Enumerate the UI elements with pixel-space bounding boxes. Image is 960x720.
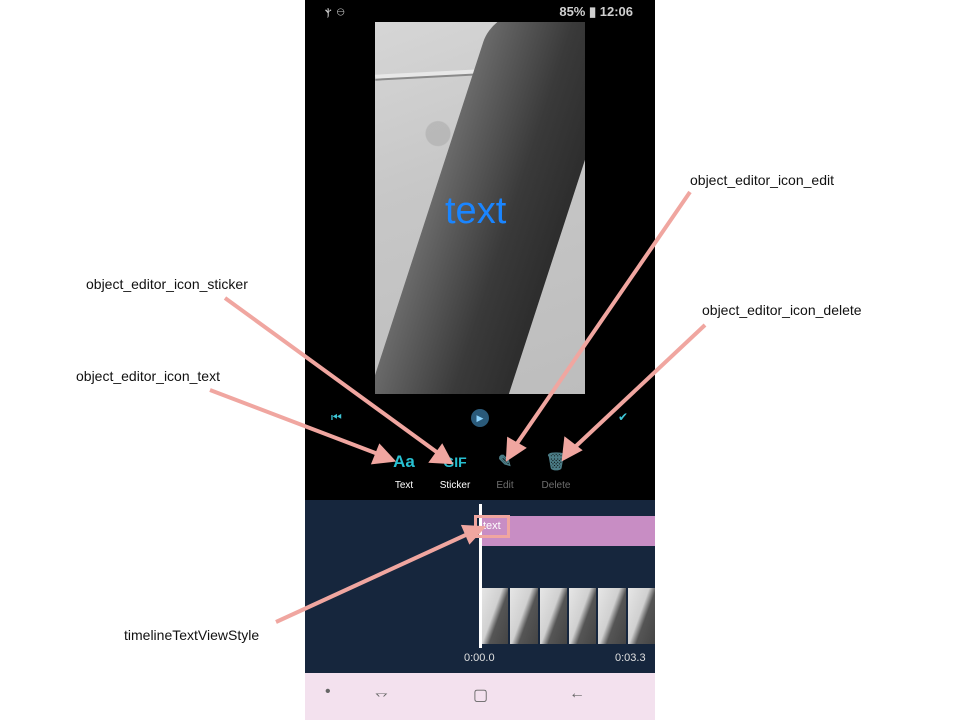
status-right: 85% ▮ 12:06 (559, 4, 633, 19)
check-icon[interactable]: ✔ (618, 410, 628, 424)
thumbnail (539, 588, 567, 644)
timeline-text-highlight (474, 515, 510, 538)
callout-timeline-text: timelineTextViewStyle (124, 627, 260, 643)
end-time: 0:03.3 (615, 652, 646, 664)
video-preview[interactable]: text (375, 22, 585, 394)
callout-sticker: object_editor_icon_sticker (86, 276, 248, 292)
trash-icon: 🗑 (545, 452, 567, 471)
callout-edit: object_editor_icon_edit (690, 172, 834, 188)
text-overlay[interactable]: text (445, 190, 506, 233)
dot-icon: • (325, 683, 331, 700)
recents-icon[interactable]: ⥐ (375, 685, 388, 703)
status-left-icons: ⲯ ⊖ (325, 4, 346, 18)
play-button[interactable]: ▶ (471, 409, 489, 427)
thumbnail (481, 588, 509, 644)
callout-delete: object_editor_icon_delete (702, 302, 862, 318)
delete-tool-button[interactable]: 🗑 Delete (526, 448, 586, 491)
phone-screen: ⲯ ⊖ 85% ▮ 12:06 text ⏮ ▶ ✔ Aa Text GIF S… (305, 0, 655, 720)
start-time: 0:00.0 (464, 652, 495, 664)
delete-tool-label: Delete (541, 480, 571, 491)
video-thumbnail-strip[interactable] (481, 588, 655, 644)
thumbnail (598, 588, 626, 644)
callout-text: object_editor_icon_text (76, 368, 220, 384)
home-icon[interactable]: ▢ (473, 685, 488, 705)
back-arrow-icon[interactable]: ← (569, 685, 585, 703)
skip-to-start-icon[interactable]: ⏮ (331, 410, 342, 425)
thumbnail (510, 588, 538, 644)
status-bar: ⲯ ⊖ 85% ▮ 12:06 (305, 0, 655, 24)
thumbnail (627, 588, 655, 644)
thumbnail (568, 588, 597, 644)
navigation-bar: • ⥐ ▢ ← (305, 673, 655, 720)
